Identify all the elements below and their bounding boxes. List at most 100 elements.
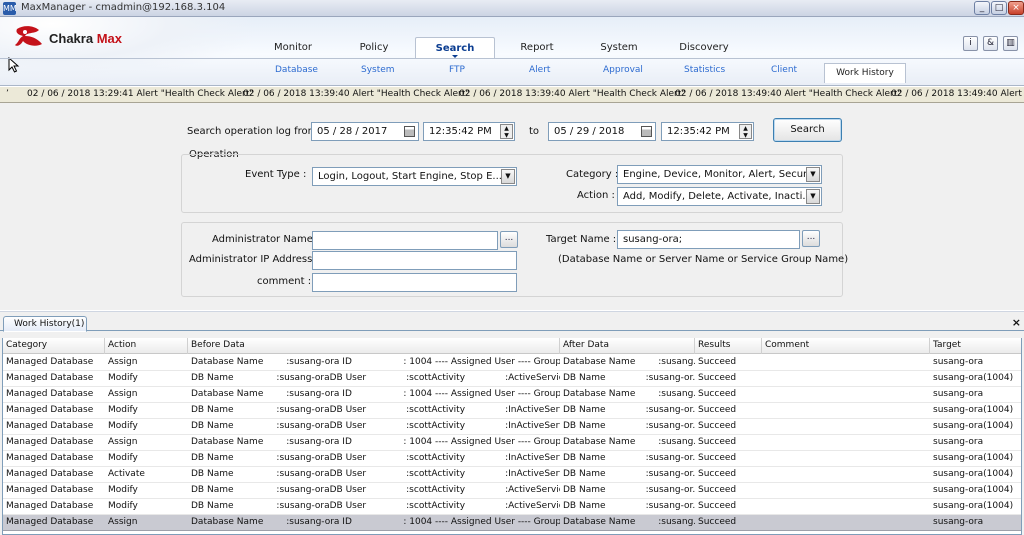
subtab-system[interactable]: System: [361, 65, 395, 75]
cell-before-data: Database Name :susang-ora ID : 1004 ----…: [191, 389, 560, 399]
subtab-statistics[interactable]: Statistics: [684, 65, 725, 75]
col-header-action[interactable]: Action: [105, 338, 188, 354]
col-header-target[interactable]: Target: [930, 338, 1021, 354]
table-row[interactable]: Managed Database Modify DB Name :susang-or…: [3, 403, 1021, 419]
layout-icon[interactable]: ▥: [1003, 36, 1018, 51]
category-label: Category :: [566, 169, 619, 180]
cell-result: Succeed: [698, 453, 737, 463]
action-select[interactable]: Add, Modify, Delete, Activate, Inacti...…: [617, 187, 822, 206]
cell-result: Succeed: [698, 485, 737, 495]
cell-after-data: DB Name :susang-or...: [563, 469, 695, 479]
ticker-alert[interactable]: 02 / 06 / 2018 13:39:40 Alert "Health Ch…: [459, 87, 685, 102]
time-spinner-icon[interactable]: ▲ ▼: [500, 124, 513, 139]
cell-category: Managed Database: [6, 437, 94, 447]
cell-before-data: Database Name :susang-ora ID : 1004 ----…: [191, 357, 560, 367]
col-header-results[interactable]: Results: [695, 338, 762, 354]
table-row[interactable]: Managed Database Assign Database Name :sus…: [3, 515, 1021, 531]
target-name-input[interactable]: susang-ora;: [617, 230, 800, 249]
cell-comment: [762, 483, 930, 498]
cell-before-data: DB Name :susang-oraDB User :scottActivit…: [191, 469, 560, 479]
info-icon[interactable]: i: [963, 36, 978, 51]
admin-browse-button[interactable]: ...: [500, 231, 518, 248]
subtab-work-history[interactable]: Work History: [824, 63, 906, 83]
table-row[interactable]: Managed Database Modify DB Name :susang-or…: [3, 499, 1021, 515]
to-time-value: 12:35:42 PM: [667, 126, 730, 137]
cell-action: Modify: [108, 501, 138, 511]
tab-report[interactable]: Report: [509, 37, 565, 59]
cell-after-data: Database Name :susang...: [563, 437, 695, 447]
cell-category: Managed Database: [6, 501, 94, 511]
cell-comment: [762, 515, 930, 530]
tab-search-label: Search: [435, 43, 475, 54]
table-row[interactable]: Managed Database Assign Database Name :sus…: [3, 435, 1021, 451]
category-select[interactable]: Engine, Device, Monitor, Alert, Secur...…: [617, 165, 822, 184]
cell-before-data: DB Name :susang-oraDB User :scottActivit…: [191, 485, 560, 495]
tab-search[interactable]: Search: [415, 37, 495, 59]
col-header-after-data[interactable]: After Data: [560, 338, 695, 354]
tab-discovery[interactable]: Discovery: [671, 37, 737, 59]
app-header: Chakra Max Monitor Policy Search Report …: [0, 17, 1024, 86]
to-time-field[interactable]: 12:35:42 PM ▲ ▼: [661, 122, 754, 141]
close-icon[interactable]: ×: [1012, 316, 1021, 329]
calendar-icon[interactable]: [404, 126, 415, 137]
target-browse-button[interactable]: ...: [802, 230, 820, 247]
subtab-approval[interactable]: Approval: [603, 65, 643, 75]
ticker-alert[interactable]: 02 / 06 / 2018 13:49:40 Alert "Health Ch…: [675, 87, 901, 102]
from-time-value: 12:35:42 PM: [429, 126, 492, 137]
cell-category: Managed Database: [6, 389, 94, 399]
cell-comment: [762, 371, 930, 386]
from-time-field[interactable]: 12:35:42 PM ▲ ▼: [423, 122, 515, 141]
cell-after-data: Database Name :susang...: [563, 389, 695, 399]
close-window-button[interactable]: ×: [1008, 1, 1024, 15]
cell-comment: [762, 387, 930, 402]
time-spinner-icon[interactable]: ▲ ▼: [739, 124, 752, 139]
table-row[interactable]: Managed Database Modify DB Name :susang-or…: [3, 371, 1021, 387]
ticker-alert[interactable]: 02 / 06 / 2018 13:29:41 Alert "Health Ch…: [27, 87, 253, 102]
chevron-down-icon[interactable]: ▼: [806, 167, 820, 182]
user-icon[interactable]: &: [983, 36, 998, 51]
app-icon: MM: [3, 2, 17, 15]
maximize-button[interactable]: □: [991, 1, 1007, 15]
to-date-field[interactable]: 05 / 29 / 2018: [548, 122, 656, 141]
subtab-ftp[interactable]: FTP: [449, 65, 465, 75]
minimize-button[interactable]: _: [974, 1, 990, 15]
comment-input[interactable]: [312, 273, 517, 292]
table-row[interactable]: Managed Database Assign Database Name :sus…: [3, 355, 1021, 371]
table-row[interactable]: Managed Database Modify DB Name :susang-or…: [3, 483, 1021, 499]
admin-ip-input[interactable]: [312, 251, 517, 270]
tab-work-history-results[interactable]: Work History(1): [3, 316, 87, 332]
admin-name-input[interactable]: [312, 231, 498, 250]
table-row[interactable]: Managed Database Modify DB Name :susang-or…: [3, 451, 1021, 467]
calendar-icon[interactable]: [641, 126, 652, 137]
cell-comment: [762, 419, 930, 434]
window-title: MaxManager - cmadmin@192.168.3.104: [21, 2, 226, 13]
subtab-database[interactable]: Database: [275, 65, 318, 75]
table-row[interactable]: Managed Database Assign Database Name :sus…: [3, 387, 1021, 403]
tab-system[interactable]: System: [589, 37, 649, 59]
tab-monitor[interactable]: Monitor: [265, 37, 321, 59]
comment-label: comment :: [257, 276, 312, 287]
cell-action: Assign: [108, 357, 138, 367]
cell-before-data: DB Name :susang-oraDB User :scottActivit…: [191, 453, 560, 463]
tab-policy[interactable]: Policy: [343, 37, 405, 59]
chevron-down-icon[interactable]: ▼: [806, 189, 820, 204]
col-header-before-data[interactable]: Before Data: [188, 338, 560, 354]
search-button[interactable]: Search: [773, 118, 842, 142]
ticker-alert[interactable]: 02 / 06 / 2018 13:39:40 Alert "Health Ch…: [243, 87, 469, 102]
search-form: Search operation log from 05 / 28 / 2017…: [0, 104, 1024, 310]
cell-target: susang-ora: [933, 389, 984, 399]
ticker-alert[interactable]: 02 / 06 / 2018 13:49:40 Alert "H: [891, 87, 1024, 102]
subtab-client[interactable]: Client: [771, 65, 797, 75]
admin-name-label: Administrator Name :: [212, 234, 320, 245]
table-row[interactable]: Managed Database Activate DB Name :susang-…: [3, 467, 1021, 483]
chevron-down-icon[interactable]: ▼: [501, 169, 515, 184]
event-type-select[interactable]: Login, Logout, Start Engine, Stop E... ▼: [312, 167, 517, 186]
cell-comment: [762, 435, 930, 450]
from-date-field[interactable]: 05 / 28 / 2017: [311, 122, 419, 141]
panel-splitter[interactable]: [0, 310, 1024, 312]
col-header-category[interactable]: Category: [3, 338, 105, 354]
table-row[interactable]: Managed Database Modify DB Name :susang-or…: [3, 419, 1021, 435]
subtab-alert[interactable]: Alert: [529, 65, 550, 75]
cell-comment: [762, 499, 930, 514]
col-header-comment[interactable]: Comment: [762, 338, 930, 354]
